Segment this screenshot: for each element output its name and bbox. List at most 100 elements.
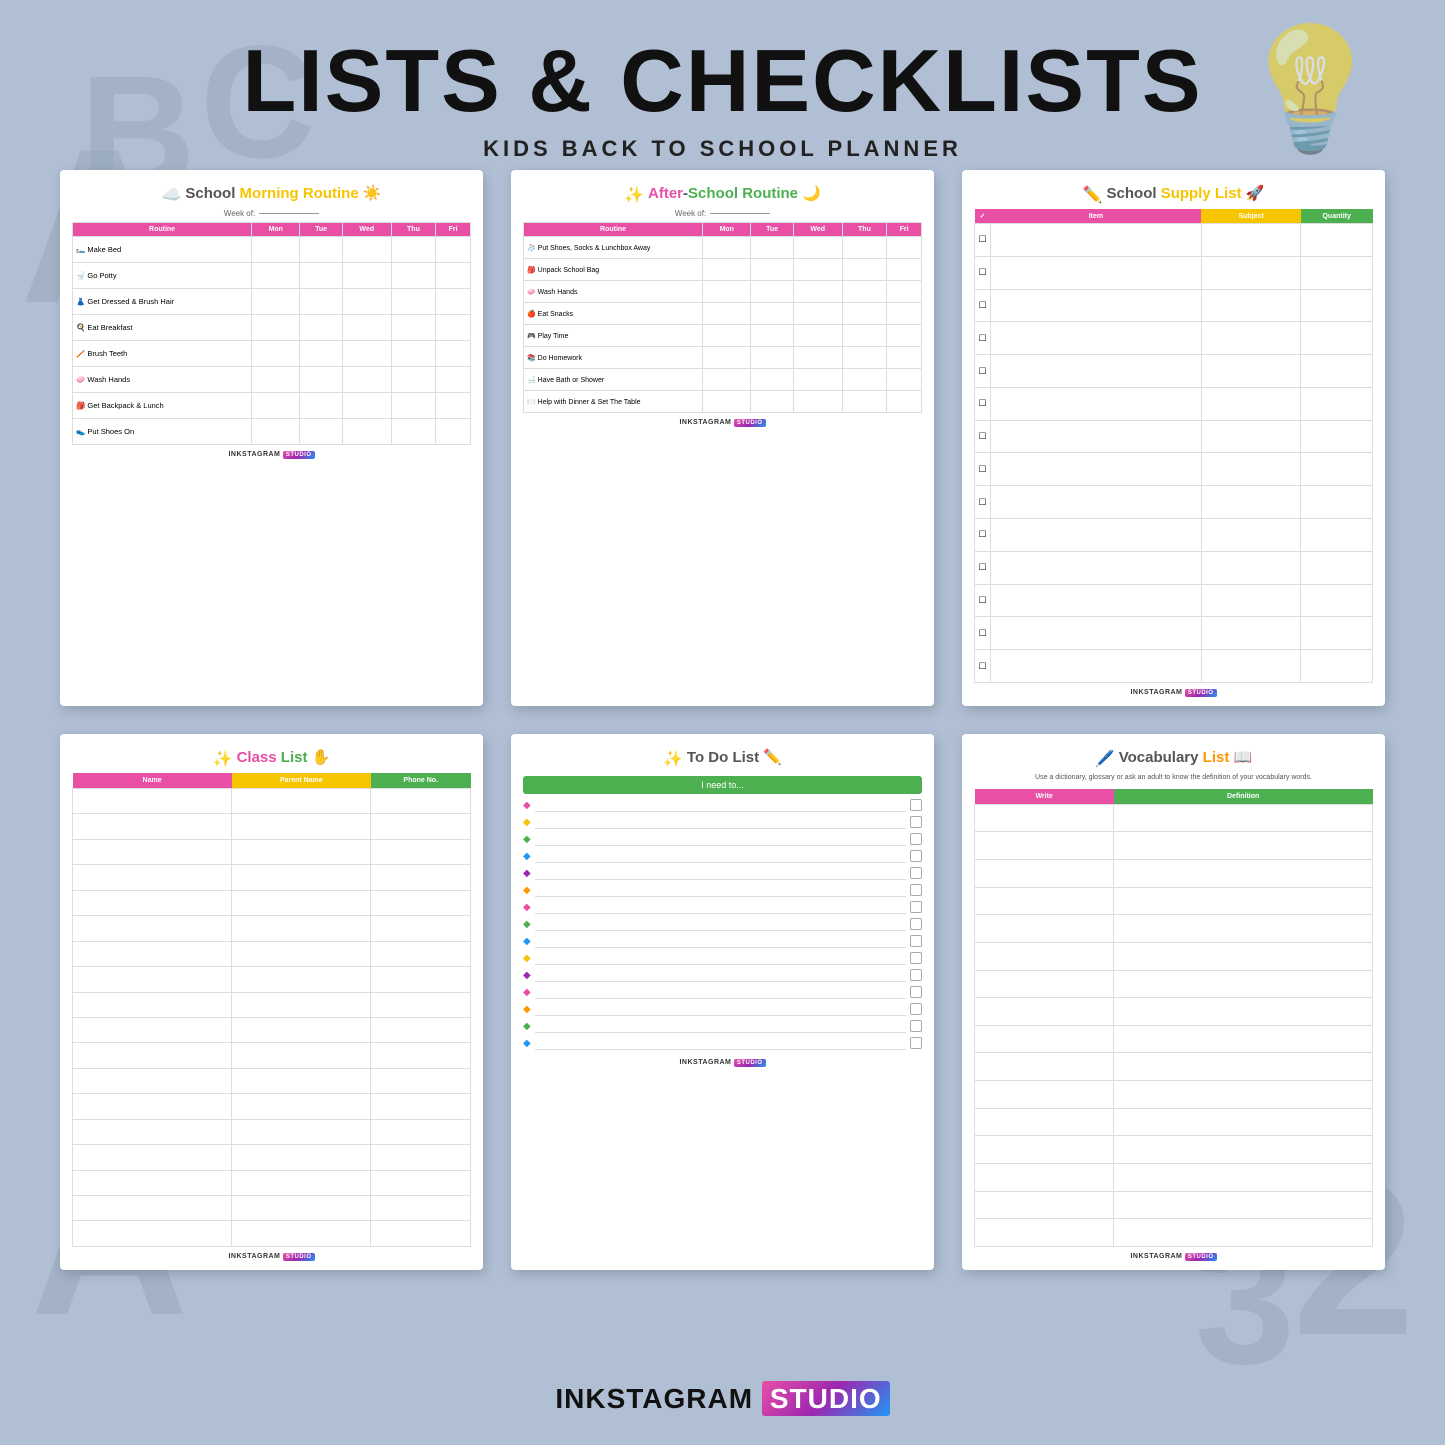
col-tue-after: Tue bbox=[751, 223, 793, 237]
table-row bbox=[73, 789, 471, 814]
diamond-icon: ◆ bbox=[523, 953, 531, 964]
table-row bbox=[73, 890, 471, 915]
supply-list-card: ✏️ School Supply List 🚀 ✓ Item Subject Q… bbox=[962, 170, 1385, 706]
class-list-table: Name Parent Name Phone No. bbox=[72, 773, 471, 1247]
table-row: 🚽 Go Potty bbox=[73, 263, 471, 289]
table-row: 🎮 Play Time bbox=[524, 325, 922, 347]
col-thu: Thu bbox=[391, 223, 435, 237]
todo-checkbox[interactable] bbox=[910, 850, 922, 862]
book-icon: 📖 bbox=[1234, 749, 1253, 766]
list-item: ◆ bbox=[523, 815, 922, 829]
table-row bbox=[975, 860, 1373, 888]
sub-title: KIDS BACK TO SCHOOL PLANNER bbox=[0, 136, 1445, 162]
todo-checkbox[interactable] bbox=[910, 952, 922, 964]
pencil-icon: ✏️ bbox=[1083, 185, 1103, 205]
diamond-icon: ◆ bbox=[523, 902, 531, 913]
col-parent: Parent Name bbox=[232, 773, 371, 789]
table-row bbox=[975, 1163, 1373, 1191]
list-item: ◆ bbox=[523, 985, 922, 999]
list-item: ◆ bbox=[523, 1019, 922, 1033]
diamond-icon: ◆ bbox=[523, 970, 531, 981]
todo-checkbox[interactable] bbox=[910, 901, 922, 913]
table-row bbox=[975, 1053, 1373, 1081]
table-row bbox=[73, 839, 471, 864]
table-row: ☐ bbox=[975, 322, 1373, 355]
sparkle3-icon: ✨ bbox=[663, 749, 683, 769]
card-brand-supply: INKSTAGRAM STUDIO bbox=[974, 689, 1373, 696]
diamond-icon: ◆ bbox=[523, 851, 531, 862]
table-row: ☐ bbox=[975, 355, 1373, 388]
table-row bbox=[73, 1017, 471, 1042]
todo-line bbox=[535, 815, 906, 829]
table-row: 🍳 Eat Breakfast bbox=[73, 315, 471, 341]
supply-list-title: School Supply List 🚀 bbox=[1107, 184, 1265, 202]
brand-studio: STUDIO bbox=[762, 1381, 890, 1416]
brand-inkstagram: INKSTAGRAM bbox=[555, 1383, 753, 1414]
after-routine-card: ✨ After-School Routine 🌙 Week of: Routin… bbox=[511, 170, 934, 706]
table-row: ☐ bbox=[975, 584, 1373, 617]
todo-line bbox=[535, 900, 906, 914]
list-item: ◆ bbox=[523, 968, 922, 982]
table-row: 🪥 Brush Teeth bbox=[73, 341, 471, 367]
vocab-list-title: Vocabulary List 📖 bbox=[1119, 748, 1252, 766]
todo-checkbox[interactable] bbox=[910, 918, 922, 930]
table-row bbox=[975, 1191, 1373, 1219]
table-row: 🎒 Get Backpack & Lunch bbox=[73, 393, 471, 419]
todo-checkbox[interactable] bbox=[910, 1037, 922, 1049]
vocab-description: Use a dictionary, glossary or ask an adu… bbox=[974, 773, 1373, 783]
table-row bbox=[73, 814, 471, 839]
todo-checkbox[interactable] bbox=[910, 816, 922, 828]
title-area: LISTS & CHECKLISTS KIDS BACK TO SCHOOL P… bbox=[0, 30, 1445, 162]
table-row: 📚 Do Homework bbox=[524, 347, 922, 369]
morning-routine-table: Routine Mon Tue Wed Thu Fri 🛏️ Make Bed … bbox=[72, 222, 471, 445]
diamond-icon: ◆ bbox=[523, 919, 531, 930]
vocab-list-table: Write Definition bbox=[974, 789, 1373, 1247]
list-item: ◆ bbox=[523, 917, 922, 931]
table-row bbox=[73, 1068, 471, 1093]
week-of-morning: Week of: bbox=[72, 209, 471, 218]
todo-checkbox[interactable] bbox=[910, 867, 922, 879]
class-list-card: ✨ Class List ✋ Name Parent Name Phone No… bbox=[60, 734, 483, 1270]
table-row bbox=[73, 1043, 471, 1068]
card-brand-morning: INKSTAGRAM STUDIO bbox=[72, 451, 471, 458]
table-row: ☐ bbox=[975, 256, 1373, 289]
todo-list-title: To Do List ✏️ bbox=[687, 748, 782, 766]
table-row bbox=[975, 998, 1373, 1026]
table-row: ☐ bbox=[975, 289, 1373, 322]
table-row bbox=[975, 942, 1373, 970]
supply-list-table: ✓ Item Subject Quantity ☐☐☐☐☐☐☐☐☐☐☐☐☐☐ bbox=[974, 209, 1373, 683]
col-wed-after: Wed bbox=[793, 223, 842, 237]
hand-icon: ✋ bbox=[312, 749, 331, 766]
table-row: 👟 Put Shoes On bbox=[73, 419, 471, 445]
todo-checkbox[interactable] bbox=[910, 799, 922, 811]
todo-line bbox=[535, 985, 906, 999]
todo-checkbox[interactable] bbox=[910, 986, 922, 998]
diamond-icon: ◆ bbox=[523, 834, 531, 845]
list-item: ◆ bbox=[523, 849, 922, 863]
table-row: ☐ bbox=[975, 650, 1373, 683]
vocab-list-card: 🖊️ Vocabulary List 📖 Use a dictionary, g… bbox=[962, 734, 1385, 1270]
rocket-icon: 🚀 bbox=[1246, 185, 1265, 202]
table-row bbox=[73, 1170, 471, 1195]
todo-checkbox[interactable] bbox=[910, 1003, 922, 1015]
todo-line bbox=[535, 1036, 906, 1050]
pencil3-icon: 🖊️ bbox=[1095, 749, 1115, 769]
todo-checkbox[interactable] bbox=[910, 935, 922, 947]
col-routine-after: Routine bbox=[524, 223, 703, 237]
pencil2-icon: ✏️ bbox=[763, 749, 782, 766]
class-list-title: Class List ✋ bbox=[237, 748, 331, 766]
table-row: ☐ bbox=[975, 617, 1373, 650]
todo-checkbox[interactable] bbox=[910, 1020, 922, 1032]
todo-list-card: ✨ To Do List ✏️ I need to... ◆◆◆◆◆◆◆◆◆◆◆… bbox=[511, 734, 934, 1270]
col-phone: Phone No. bbox=[371, 773, 471, 789]
after-routine-title: After-School Routine 🌙 bbox=[648, 184, 821, 202]
table-row bbox=[975, 804, 1373, 832]
list-item: ◆ bbox=[523, 798, 922, 812]
todo-checkbox[interactable] bbox=[910, 884, 922, 896]
col-mon: Mon bbox=[252, 223, 300, 237]
todo-checkbox[interactable] bbox=[910, 969, 922, 981]
diamond-icon: ◆ bbox=[523, 885, 531, 896]
todo-checkbox[interactable] bbox=[910, 833, 922, 845]
todo-line bbox=[535, 849, 906, 863]
diamond-icon: ◆ bbox=[523, 1038, 531, 1049]
